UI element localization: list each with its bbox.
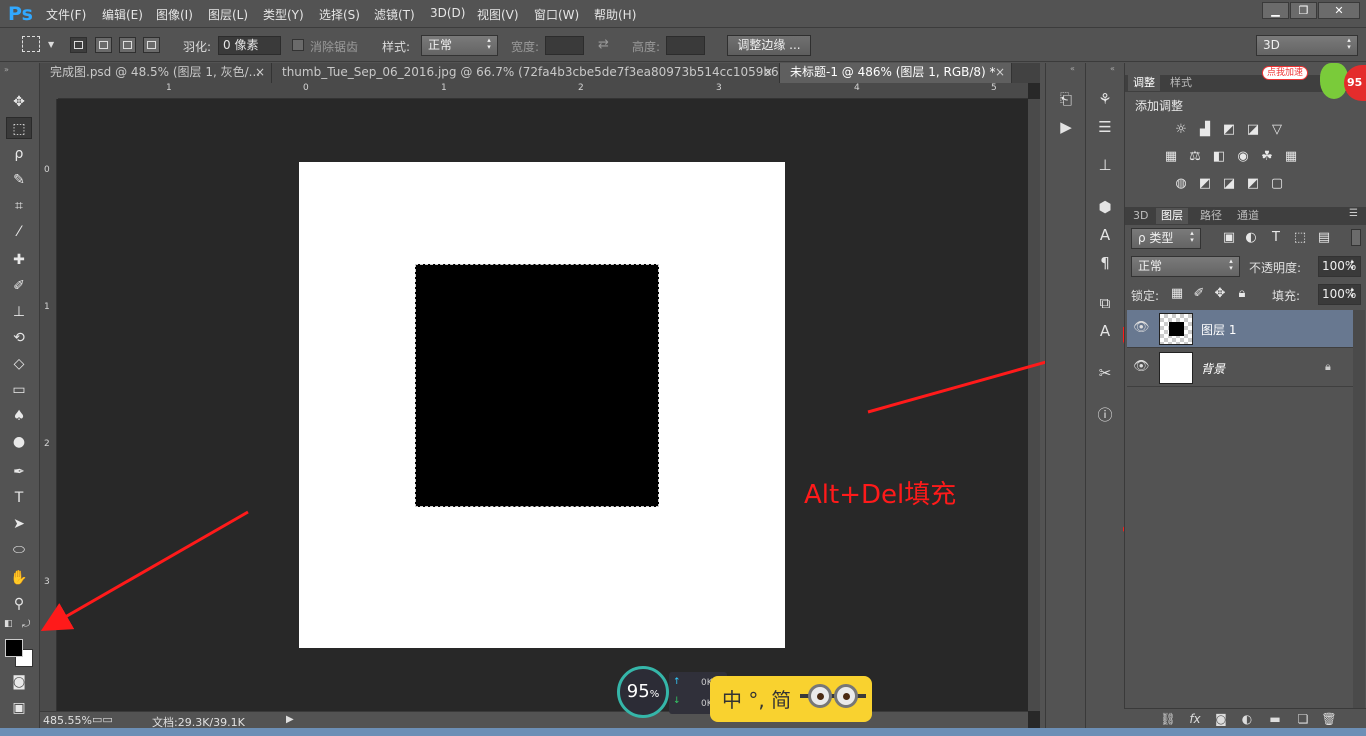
black-white-icon[interactable]: ◧ [1211, 150, 1227, 164]
layer-row-background[interactable]: 👁︎ 背景 🔒︎ [1127, 349, 1353, 387]
character-icon[interactable]: A [1092, 223, 1118, 247]
history-icon[interactable]: ⎗ [1053, 87, 1079, 111]
panel-menu-icon[interactable]: ☰ [1349, 208, 1358, 219]
eye-icon[interactable]: 👁︎ [1133, 320, 1150, 335]
brightness-icon[interactable]: ☼ [1173, 123, 1189, 137]
tab-3d[interactable]: 3D [1128, 208, 1153, 224]
annotation-text: Alt+Del填充 [804, 480, 957, 510]
filter-type-icon[interactable]: T [1268, 231, 1284, 245]
upload-arrow-icon: ↑ [673, 677, 681, 687]
hue-sat-icon[interactable]: ▦ [1163, 150, 1179, 164]
brush-presets-icon[interactable]: ⚘ [1092, 87, 1118, 111]
filter-adjustment-icon[interactable]: ◐ [1243, 231, 1259, 245]
channel-mixer-icon[interactable]: ☘ [1259, 150, 1275, 164]
goggle-icon [834, 684, 858, 708]
selective-color-icon[interactable]: ▢ [1269, 177, 1285, 191]
filter-toggle[interactable] [1351, 229, 1361, 246]
filter-smart-object-icon[interactable]: ▤ [1316, 231, 1332, 245]
posterize-icon[interactable]: ◩ [1197, 177, 1213, 191]
lock-all-icon[interactable]: 🔒︎ [1234, 287, 1250, 301]
lock-label: 锁定: [1131, 289, 1160, 303]
tab-layers[interactable]: 图层 [1156, 208, 1188, 224]
levels-icon[interactable]: ▟ [1197, 123, 1213, 137]
link-layers-icon[interactable]: ⛓ [1159, 711, 1177, 727]
threshold-icon[interactable]: ◪ [1221, 177, 1237, 191]
layer-filter-select[interactable]: ρ 类型 [1131, 228, 1201, 249]
layer-thumbnail [1159, 313, 1193, 345]
blend-mode-select[interactable]: 正常 [1131, 256, 1240, 277]
tab-channels[interactable]: 通道 [1232, 208, 1264, 224]
layers-bottom-bar: ⛓ fx ◙ ◐ ▬ ❏ 🗑︎ [1124, 708, 1366, 728]
layers-scrollbar[interactable] [1353, 310, 1365, 710]
thumbnail-content [1169, 322, 1184, 336]
fill-input[interactable]: 100% [1318, 284, 1361, 305]
brush-settings-icon[interactable]: ☰ [1092, 115, 1118, 139]
collapsed-panel-column-2: « ⚘ ☰ ⊥ ⬢ A ¶ ⧉ A ✂ ⓘ [1085, 63, 1123, 728]
paragraph-styles-icon[interactable]: A [1092, 319, 1118, 343]
layer-name[interactable]: 图层 1 [1201, 321, 1236, 338]
tab-paths[interactable]: 路径 [1195, 208, 1227, 224]
speed-gauge[interactable]: 95% [617, 666, 669, 718]
arrow-to-swatches [40, 510, 249, 631]
photo-filter-icon[interactable]: ◉ [1235, 150, 1251, 164]
goggle-icon [808, 684, 832, 708]
opacity-label: 不透明度: [1249, 261, 1302, 275]
collapsed-panel-column-1: « ⎗ ▶ [1045, 63, 1085, 728]
lock-pixels-icon[interactable]: ✐ [1191, 287, 1207, 301]
actions-play-icon[interactable]: ▶ [1053, 115, 1079, 139]
accelerator-badge[interactable]: 点我加速 95 [1262, 63, 1366, 103]
3d-icon[interactable]: ⬢ [1092, 195, 1118, 219]
color-lookup-icon[interactable]: ▦ [1283, 150, 1299, 164]
tab-styles[interactable]: 样式 [1165, 75, 1197, 91]
new-group-icon[interactable]: ▬ [1266, 711, 1284, 727]
layers-tabstrip: 3D 图层 路径 通道 ☰ [1125, 207, 1366, 225]
character-styles-icon[interactable]: ⧉ [1092, 291, 1118, 315]
speed-unit: % [649, 689, 660, 700]
taskbar-edge [0, 728, 1366, 736]
opacity-input[interactable]: 100% [1318, 256, 1361, 277]
add-adjustment-title: 添加调整 [1135, 99, 1184, 113]
badge-label: 点我加速 [1262, 66, 1308, 80]
speed-percent: 95 [626, 681, 650, 702]
filter-pixel-icon[interactable]: ▣ [1221, 231, 1237, 245]
paragraph-icon[interactable]: ¶ [1092, 251, 1118, 275]
fx-icon[interactable]: fx [1186, 711, 1204, 727]
layer-thumbnail [1159, 352, 1193, 384]
ime-status-text[interactable]: 中 °, 简 [722, 684, 791, 713]
lock-icon: 🔒︎ [1325, 360, 1331, 373]
clone-source-icon[interactable]: ⊥ [1092, 153, 1118, 177]
tool-presets-icon[interactable]: ✂ [1092, 361, 1118, 385]
layer-name[interactable]: 背景 [1201, 360, 1225, 377]
badge-number: 95 [1344, 65, 1366, 101]
info-icon[interactable]: ⓘ [1092, 403, 1118, 427]
curves-icon[interactable]: ◩ [1221, 123, 1237, 137]
new-layer-icon[interactable]: ❏ [1294, 711, 1312, 727]
filter-shape-icon[interactable]: ⬚ [1292, 231, 1308, 245]
lock-position-icon[interactable]: ✥ [1212, 287, 1228, 301]
exposure-icon[interactable]: ◪ [1245, 123, 1261, 137]
collapse-icon[interactable]: « [1110, 64, 1115, 73]
download-arrow-icon: ↓ [673, 696, 681, 706]
invert-icon[interactable]: ◍ [1173, 177, 1189, 191]
color-balance-icon[interactable]: ⚖ [1187, 150, 1203, 164]
lock-transparency-icon[interactable]: ▦ [1169, 287, 1185, 301]
trash-icon[interactable]: 🗑︎ [1320, 711, 1338, 727]
gradient-map-icon[interactable]: ◩ [1245, 177, 1261, 191]
fill-label: 填充: [1272, 289, 1301, 303]
vibrance-icon[interactable]: ▽ [1269, 123, 1285, 137]
tab-adjustments[interactable]: 调整 [1128, 75, 1160, 91]
eye-icon[interactable]: 👁︎ [1133, 359, 1150, 374]
adjustment-layer-icon[interactable]: ◐ [1238, 711, 1256, 727]
collapse-icon[interactable]: « [1070, 64, 1075, 73]
add-mask-icon[interactable]: ◙ [1212, 711, 1230, 727]
right-panels: 调整 样式 添加调整 ☼ ▟ ◩ ◪ ▽ ▦ ⚖ ◧ ◉ ☘ ▦ ◍ ◩ ◪ ◩… [1124, 63, 1366, 728]
layer-row-layer1[interactable]: 👁︎ 图层 1 [1127, 310, 1353, 348]
